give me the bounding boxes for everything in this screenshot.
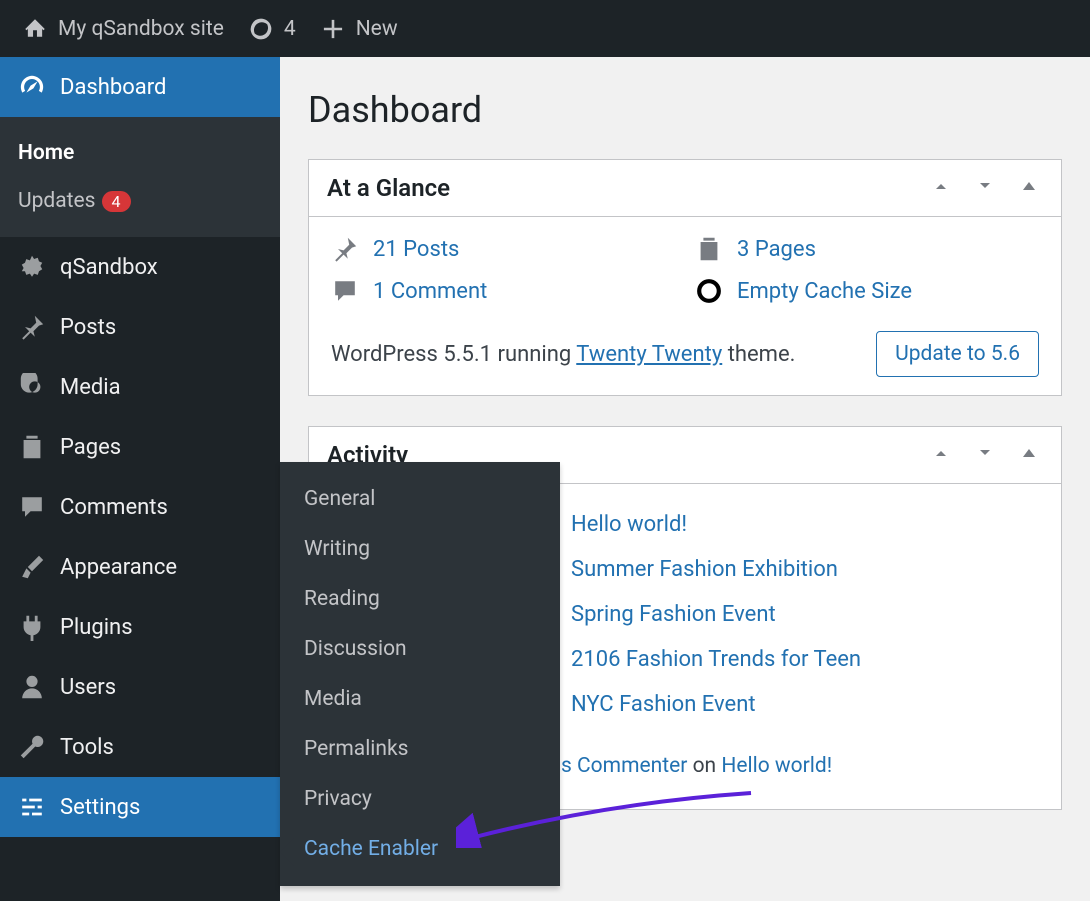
brush-icon (18, 553, 46, 581)
updates-count: 4 (284, 17, 296, 41)
glance-pages[interactable]: 3 Pages (695, 235, 1039, 263)
media-icon (18, 373, 46, 401)
glance-comments[interactable]: 1 Comment (331, 277, 675, 305)
comment-icon (331, 277, 359, 305)
toolbar-site-link[interactable]: My qSandbox site (10, 0, 236, 57)
menu-tools[interactable]: Tools (0, 717, 280, 777)
chevron-up-icon (931, 443, 951, 463)
menu-qsandbox[interactable]: qSandbox (0, 237, 280, 297)
flyout-writing[interactable]: Writing (280, 524, 560, 574)
pages-icon (18, 433, 46, 461)
chevron-down-icon (975, 443, 995, 463)
refresh-icon (248, 16, 274, 42)
flyout-cache-enabler[interactable]: Cache Enabler (280, 824, 560, 874)
menu-appearance[interactable]: Appearance (0, 537, 280, 597)
update-button[interactable]: Update to 5.6 (876, 331, 1039, 377)
page-title: Dashboard (308, 89, 1062, 131)
menu-posts[interactable]: Posts (0, 297, 280, 357)
move-down-button[interactable] (971, 441, 999, 469)
triangle-up-icon (1019, 443, 1039, 463)
chevron-up-icon (931, 176, 951, 196)
gear-icon (18, 253, 46, 281)
comment-icon (18, 493, 46, 521)
admin-toolbar: My qSandbox site 4 New (0, 0, 1090, 57)
flyout-reading[interactable]: Reading (280, 574, 560, 624)
activity-link[interactable]: 2106 Fashion Trends for Teen (571, 647, 861, 672)
menu-dashboard[interactable]: Dashboard (0, 57, 280, 117)
flyout-privacy[interactable]: Privacy (280, 774, 560, 824)
move-up-button[interactable] (927, 174, 955, 202)
dashboard-submenu: Home Updates4 (0, 117, 280, 237)
comment-post-link[interactable]: Hello world! (721, 754, 832, 778)
site-name: My qSandbox site (58, 17, 224, 41)
toolbar-new[interactable]: New (308, 0, 410, 57)
theme-link[interactable]: Twenty Twenty (576, 342, 722, 367)
toggle-button[interactable] (1015, 174, 1043, 202)
updates-badge: 4 (102, 191, 131, 212)
pin-icon (331, 235, 359, 263)
new-label: New (356, 17, 398, 41)
activity-link[interactable]: Summer Fashion Exhibition (571, 557, 838, 582)
home-icon (22, 16, 48, 42)
menu-comments[interactable]: Comments (0, 477, 280, 537)
menu-media[interactable]: Media (0, 357, 280, 417)
activity-link[interactable]: Spring Fashion Event (571, 602, 776, 627)
dashboard-icon (18, 73, 46, 101)
glance-posts[interactable]: 21 Posts (331, 235, 675, 263)
move-down-button[interactable] (971, 174, 999, 202)
activity-link[interactable]: NYC Fashion Event (571, 692, 756, 717)
menu-users[interactable]: Users (0, 657, 280, 717)
submenu-home[interactable]: Home (0, 129, 280, 177)
submenu-updates[interactable]: Updates4 (0, 177, 280, 225)
admin-sidebar: Dashboard Home Updates4 qSandbox Posts M… (0, 57, 280, 901)
flyout-general[interactable]: General (280, 474, 560, 524)
glance-cache[interactable]: Empty Cache Size (695, 277, 1039, 305)
move-up-button[interactable] (927, 441, 955, 469)
at-a-glance-heading: At a Glance (327, 174, 450, 202)
activity-link[interactable]: Hello world! (571, 512, 687, 537)
flyout-media[interactable]: Media (280, 674, 560, 724)
menu-pages[interactable]: Pages (0, 417, 280, 477)
sliders-icon (18, 793, 46, 821)
at-a-glance-header: At a Glance (309, 160, 1061, 217)
at-a-glance-box: At a Glance 21 Posts 3 Pages (308, 159, 1062, 396)
flyout-permalinks[interactable]: Permalinks (280, 724, 560, 774)
pages-icon (695, 235, 723, 263)
version-text: WordPress 5.5.1 running Twenty Twenty th… (331, 342, 795, 367)
toolbar-updates[interactable]: 4 (236, 0, 308, 57)
menu-plugins[interactable]: Plugins (0, 597, 280, 657)
settings-flyout: General Writing Reading Discussion Media… (280, 462, 560, 886)
user-icon (18, 673, 46, 701)
plugin-icon (18, 613, 46, 641)
chevron-down-icon (975, 176, 995, 196)
triangle-up-icon (1019, 176, 1039, 196)
pin-icon (18, 313, 46, 341)
toggle-button[interactable] (1015, 441, 1043, 469)
menu-settings[interactable]: Settings (0, 777, 280, 837)
cache-icon (695, 277, 723, 305)
plus-icon (320, 16, 346, 42)
flyout-discussion[interactable]: Discussion (280, 624, 560, 674)
wrench-icon (18, 733, 46, 761)
